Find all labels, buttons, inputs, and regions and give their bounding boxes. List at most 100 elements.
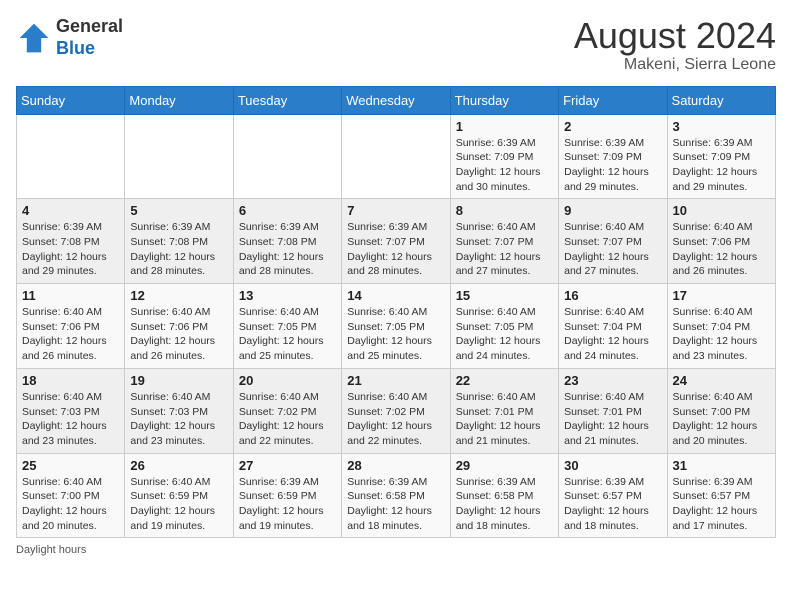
day-cell: 3Sunrise: 6:39 AMSunset: 7:09 PMDaylight… [667, 114, 775, 199]
day-number: 23 [564, 373, 661, 388]
day-cell: 14Sunrise: 6:40 AMSunset: 7:05 PMDayligh… [342, 284, 450, 369]
day-cell: 24 Sunrise: 6:40 AMSunset: 7:00 PMDayligh… [667, 368, 775, 453]
day-cell: 23Sunrise: 6:40 AMSunset: 7:01 PMDayligh… [559, 368, 667, 453]
day-number: 31 [673, 458, 770, 473]
day-cell: 16 Sunrise: 6:40 AMSunset: 7:04 PMDayligh… [559, 284, 667, 369]
logo-blue: Blue [56, 38, 95, 58]
day-cell: 11 Sunrise: 6:40 AMSunset: 7:06 PMDayligh… [17, 284, 125, 369]
day-cell: 27 Sunrise: 6:39 AMSunset: 6:59 PMDayligh… [233, 453, 341, 538]
day-cell: 30 Sunrise: 6:39 AMSunset: 6:57 PMDayligh… [559, 453, 667, 538]
day-info: Sunrise: 6:39 AMSunset: 7:09 PMDaylight:… [456, 136, 553, 195]
week-row-2: 4 Sunrise: 6:39 AMSunset: 7:08 PMDaylight… [17, 199, 776, 284]
day-cell: 18Sunrise: 6:40 AMSunset: 7:03 PMDayligh… [17, 368, 125, 453]
day-info: Sunrise: 6:40 AMSunset: 7:00 PMDaylight:… [673, 390, 770, 449]
week-row-5: 25 Sunrise: 6:40 AMSunset: 7:00 PMDayligh… [17, 453, 776, 538]
logo-icon [16, 20, 52, 56]
day-info: Sunrise: 6:40 AMSunset: 7:03 PMDaylight:… [130, 390, 227, 449]
day-cell: 21Sunrise: 6:40 AMSunset: 7:02 PMDayligh… [342, 368, 450, 453]
day-cell: 4 Sunrise: 6:39 AMSunset: 7:08 PMDaylight… [17, 199, 125, 284]
title-block: August 2024 Makeni, Sierra Leone [574, 16, 776, 74]
logo-general: General [56, 16, 123, 36]
day-number: 7 [347, 203, 444, 218]
day-info: Sunrise: 6:40 AMSunset: 6:59 PMDaylight:… [130, 475, 227, 534]
day-info: Sunrise: 6:40 AMSunset: 7:06 PMDaylight:… [22, 305, 119, 364]
day-cell: 15 Sunrise: 6:40 AMSunset: 7:05 PMDayligh… [450, 284, 558, 369]
week-row-4: 18Sunrise: 6:40 AMSunset: 7:03 PMDayligh… [17, 368, 776, 453]
day-info: Sunrise: 6:40 AMSunset: 7:02 PMDaylight:… [239, 390, 336, 449]
day-number: 25 [22, 458, 119, 473]
day-cell: 5Sunrise: 6:39 AMSunset: 7:08 PMDaylight… [125, 199, 233, 284]
day-info: Sunrise: 6:40 AMSunset: 7:06 PMDaylight:… [130, 305, 227, 364]
day-cell: 6Sunrise: 6:39 AMSunset: 7:08 PMDaylight… [233, 199, 341, 284]
month-year: August 2024 [574, 16, 776, 56]
logo-text: General Blue [56, 16, 123, 59]
day-number: 8 [456, 203, 553, 218]
day-info: Sunrise: 6:40 AMSunset: 7:03 PMDaylight:… [22, 390, 119, 449]
day-number: 16 [564, 288, 661, 303]
day-cell [125, 114, 233, 199]
day-info: Sunrise: 6:40 AMSunset: 7:06 PMDaylight:… [673, 220, 770, 279]
day-cell: 13Sunrise: 6:40 AMSunset: 7:05 PMDayligh… [233, 284, 341, 369]
day-number: 4 [22, 203, 119, 218]
day-number: 14 [347, 288, 444, 303]
day-number: 11 [22, 288, 119, 303]
day-info: Sunrise: 6:40 AMSunset: 7:02 PMDaylight:… [347, 390, 444, 449]
day-number: 19 [130, 373, 227, 388]
day-info: Sunrise: 6:39 AMSunset: 6:58 PMDaylight:… [456, 475, 553, 534]
day-cell: 31 Sunrise: 6:39 AMSunset: 6:57 PMDayligh… [667, 453, 775, 538]
day-cell: 10Sunrise: 6:40 AMSunset: 7:06 PMDayligh… [667, 199, 775, 284]
weekday-header-saturday: Saturday [667, 86, 775, 114]
day-info: Sunrise: 6:40 AMSunset: 7:01 PMDaylight:… [456, 390, 553, 449]
day-info: Sunrise: 6:40 AMSunset: 7:04 PMDaylight:… [673, 305, 770, 364]
day-number: 5 [130, 203, 227, 218]
day-cell: 22Sunrise: 6:40 AMSunset: 7:01 PMDayligh… [450, 368, 558, 453]
day-info: Sunrise: 6:39 AMSunset: 6:57 PMDaylight:… [673, 475, 770, 534]
day-cell [17, 114, 125, 199]
day-cell: 28Sunrise: 6:39 AMSunset: 6:58 PMDayligh… [342, 453, 450, 538]
logo: General Blue [16, 16, 123, 59]
weekday-header-tuesday: Tuesday [233, 86, 341, 114]
day-number: 12 [130, 288, 227, 303]
day-cell: 29Sunrise: 6:39 AMSunset: 6:58 PMDayligh… [450, 453, 558, 538]
location: Makeni, Sierra Leone [574, 56, 776, 74]
day-cell: 7Sunrise: 6:39 AMSunset: 7:07 PMDaylight… [342, 199, 450, 284]
day-info: Sunrise: 6:39 AMSunset: 6:57 PMDaylight:… [564, 475, 661, 534]
day-number: 27 [239, 458, 336, 473]
day-number: 15 [456, 288, 553, 303]
day-info: Sunrise: 6:40 AMSunset: 7:00 PMDaylight:… [22, 475, 119, 534]
day-info: Sunrise: 6:40 AMSunset: 7:05 PMDaylight:… [456, 305, 553, 364]
day-number: 24 [673, 373, 770, 388]
day-cell: 12 Sunrise: 6:40 AMSunset: 7:06 PMDayligh… [125, 284, 233, 369]
day-cell: 9Sunrise: 6:40 AMSunset: 7:07 PMDaylight… [559, 199, 667, 284]
weekday-header-row: SundayMondayTuesdayWednesdayThursdayFrid… [17, 86, 776, 114]
day-cell [342, 114, 450, 199]
day-info: Sunrise: 6:39 AMSunset: 7:09 PMDaylight:… [564, 136, 661, 195]
day-cell [233, 114, 341, 199]
day-cell: 8 Sunrise: 6:40 AMSunset: 7:07 PMDaylight… [450, 199, 558, 284]
day-info: Sunrise: 6:40 AMSunset: 7:07 PMDaylight:… [456, 220, 553, 279]
day-cell: 2 Sunrise: 6:39 AMSunset: 7:09 PMDaylight… [559, 114, 667, 199]
weekday-header-friday: Friday [559, 86, 667, 114]
day-info: Sunrise: 6:40 AMSunset: 7:04 PMDaylight:… [564, 305, 661, 364]
week-row-1: 1 Sunrise: 6:39 AMSunset: 7:09 PMDaylight… [17, 114, 776, 199]
day-number: 1 [456, 119, 553, 134]
day-cell: 26Sunrise: 6:40 AMSunset: 6:59 PMDayligh… [125, 453, 233, 538]
page-header: General Blue August 2024 Makeni, Sierra … [16, 16, 776, 74]
day-cell: 1 Sunrise: 6:39 AMSunset: 7:09 PMDaylight… [450, 114, 558, 199]
week-row-3: 11 Sunrise: 6:40 AMSunset: 7:06 PMDayligh… [17, 284, 776, 369]
weekday-header-sunday: Sunday [17, 86, 125, 114]
footer-note: Daylight hours [16, 544, 776, 556]
day-number: 3 [673, 119, 770, 134]
day-info: Sunrise: 6:39 AMSunset: 6:59 PMDaylight:… [239, 475, 336, 534]
weekday-header-wednesday: Wednesday [342, 86, 450, 114]
day-number: 2 [564, 119, 661, 134]
day-info: Sunrise: 6:39 AMSunset: 6:58 PMDaylight:… [347, 475, 444, 534]
weekday-header-monday: Monday [125, 86, 233, 114]
day-info: Sunrise: 6:40 AMSunset: 7:05 PMDaylight:… [239, 305, 336, 364]
weekday-header-thursday: Thursday [450, 86, 558, 114]
day-cell: 25 Sunrise: 6:40 AMSunset: 7:00 PMDayligh… [17, 453, 125, 538]
day-number: 30 [564, 458, 661, 473]
day-cell: 17Sunrise: 6:40 AMSunset: 7:04 PMDayligh… [667, 284, 775, 369]
daylight-label: Daylight hours [16, 544, 86, 556]
day-info: Sunrise: 6:39 AMSunset: 7:08 PMDaylight:… [22, 220, 119, 279]
